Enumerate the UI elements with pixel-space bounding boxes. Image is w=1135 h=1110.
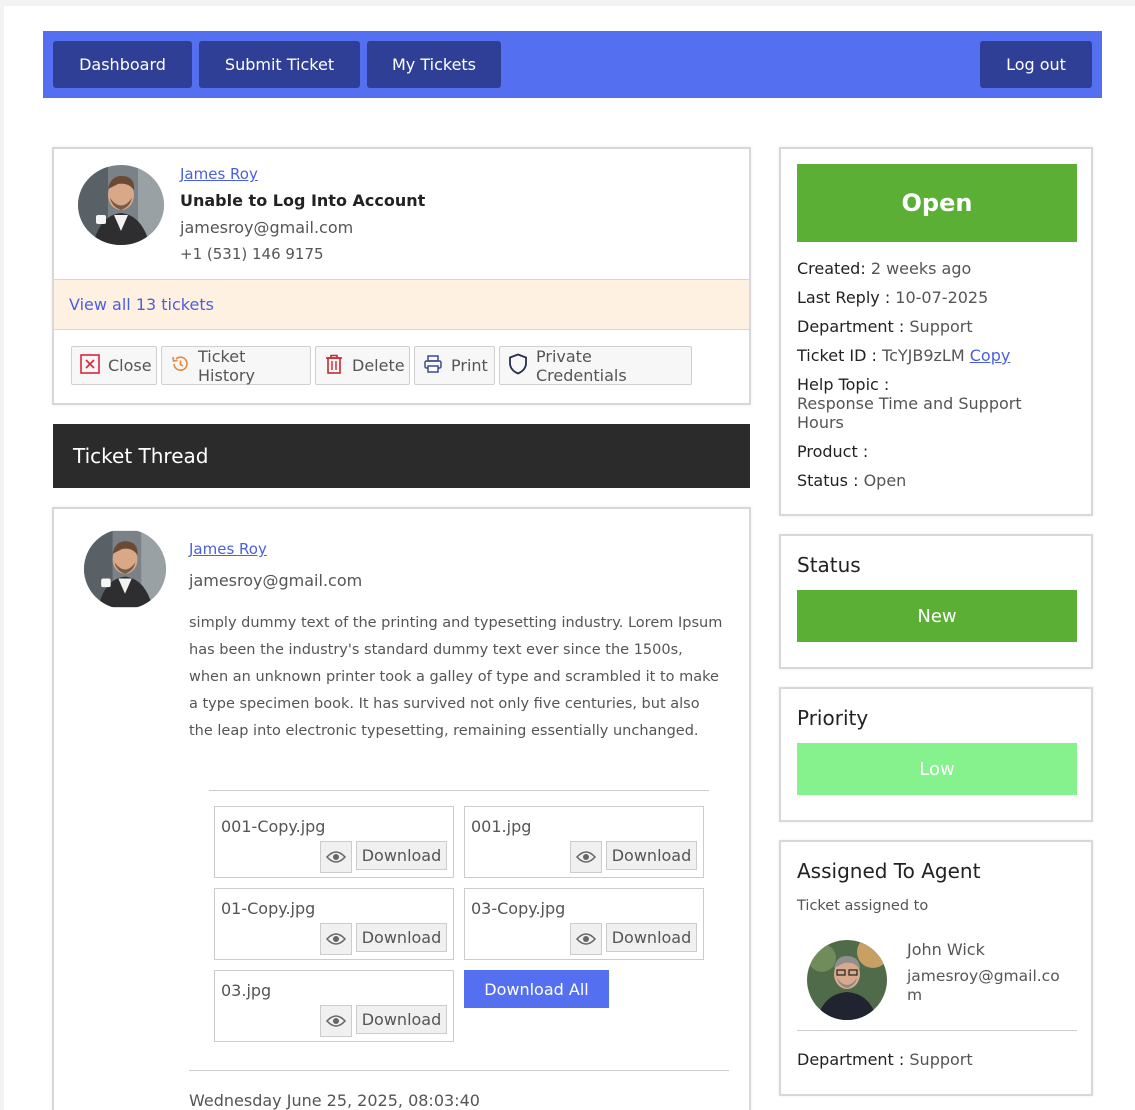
print-label: Print (451, 356, 488, 375)
close-ticket-button[interactable]: Close (71, 346, 157, 385)
requester-name-link[interactable]: James Roy (180, 165, 258, 183)
view-all-tickets-link[interactable]: View all 13 tickets (69, 295, 214, 314)
assigned-agent-title: Assigned To Agent (797, 859, 981, 883)
attachment-filename: 01-Copy.jpg (221, 899, 316, 918)
agent-divider (797, 1030, 1077, 1031)
history-icon (170, 354, 190, 378)
nav-dashboard-button[interactable]: Dashboard (53, 41, 192, 88)
attachment-item: 01-Copy.jpg Download (214, 888, 454, 960)
shield-icon (508, 353, 528, 379)
eye-icon[interactable] (320, 1005, 352, 1037)
attachment-item: 03.jpg Download (214, 970, 454, 1042)
agent-department-row: Department : Support (797, 1050, 973, 1069)
ticket-details-card: Open Created: 2 weeks ago Last Reply : 1… (779, 147, 1093, 516)
help-topic-label: Help Topic : (797, 375, 890, 394)
private-credentials-label: Private Credentials (536, 346, 627, 385)
eye-icon[interactable] (570, 841, 602, 873)
status-new-button[interactable]: New (797, 590, 1077, 642)
agent-avatar (807, 940, 887, 1020)
message-timestamp: Wednesday June 25, 2025, 08:03:40 (189, 1091, 480, 1110)
eye-icon[interactable] (320, 841, 352, 873)
requester-email: jamesroy@gmail.com (180, 218, 354, 237)
printer-icon (423, 354, 443, 378)
requester-phone: +1 (531) 146 9175 (180, 245, 324, 263)
download-button[interactable]: Download (356, 923, 447, 952)
logout-button[interactable]: Log out (980, 41, 1092, 88)
private-credentials-button[interactable]: Private Credentials (499, 346, 692, 385)
download-button[interactable]: Download (356, 1005, 447, 1034)
status-label: Status : (797, 471, 859, 490)
eye-icon[interactable] (570, 923, 602, 955)
download-button[interactable]: Download (356, 841, 447, 870)
last-reply-row: Last Reply : 10-07-2025 (797, 288, 988, 307)
eye-icon[interactable] (320, 923, 352, 955)
created-row: Created: 2 weeks ago (797, 259, 971, 278)
copy-ticket-id-link[interactable]: Copy (970, 346, 1011, 365)
attachment-filename: 001-Copy.jpg (221, 817, 326, 836)
timestamp-divider (189, 1070, 729, 1071)
assigned-agent-subtitle: Ticket assigned to (797, 898, 929, 914)
ticket-subject: Unable to Log Into Account (180, 191, 426, 210)
message-author-link[interactable]: James Roy (189, 540, 267, 558)
agent-department-label: Department : (797, 1050, 905, 1069)
attachment-filename: 001.jpg (471, 817, 532, 836)
department-row: Department : Support (797, 317, 973, 336)
agent-department-value: Support (909, 1050, 973, 1069)
trash-icon (324, 353, 344, 379)
print-ticket-button[interactable]: Print (414, 346, 495, 385)
department-value: Support (909, 317, 973, 336)
attachments-divider (209, 790, 709, 791)
attachment-filename: 03-Copy.jpg (471, 899, 566, 918)
status-card: Status New (779, 534, 1093, 669)
attachment-filename: 03.jpg (221, 981, 272, 1000)
status-row: Status : Open (797, 471, 906, 490)
priority-card: Priority Low (779, 687, 1093, 822)
ticket-status-badge: Open (797, 164, 1077, 242)
agent-name: John Wick (907, 940, 985, 959)
nav-submit-ticket-button[interactable]: Submit Ticket (199, 41, 360, 88)
download-button[interactable]: Download (606, 841, 697, 870)
requester-avatar (78, 165, 164, 245)
close-icon (80, 353, 100, 378)
message-author-email: jamesroy@gmail.com (189, 571, 363, 590)
download-button[interactable]: Download (606, 923, 697, 952)
ticket-id-value: TcYJB9zLM (882, 346, 965, 365)
department-label: Department : (797, 317, 905, 336)
agent-email: jamesroy@gmail.com (907, 967, 1060, 1004)
delete-label: Delete (352, 356, 405, 375)
status-card-title: Status (797, 553, 861, 577)
created-label: Created: (797, 259, 866, 278)
top-navbar: Dashboard Submit Ticket My Tickets Log o… (43, 31, 1102, 98)
ticket-thread-heading: Ticket Thread (53, 424, 750, 488)
help-topic-value: Response Time and Support Hours (797, 394, 1022, 432)
download-all-button[interactable]: Download All (464, 970, 609, 1008)
close-label: Close (108, 356, 152, 375)
thread-message-card: James Roy jamesroy@gmail.com simply dumm… (52, 507, 751, 1110)
last-reply-label: Last Reply : (797, 288, 891, 307)
attachment-item: 001.jpg Download (464, 806, 704, 878)
view-all-tickets-bar: View all 13 tickets (54, 279, 749, 330)
attachment-item: 001-Copy.jpg Download (214, 806, 454, 878)
ticket-history-button[interactable]: Ticket History (161, 346, 311, 385)
created-value: 2 weeks ago (870, 259, 972, 278)
delete-ticket-button[interactable]: Delete (315, 346, 410, 385)
status-value: Open (863, 471, 907, 490)
ticket-id-row: Ticket ID : TcYJB9zLM Copy (797, 346, 1010, 365)
last-reply-value: 10-07-2025 (895, 288, 989, 307)
message-body: simply dummy text of the printing and ty… (189, 615, 723, 739)
message-author-avatar (84, 529, 166, 609)
attachment-item: 03-Copy.jpg Download (464, 888, 704, 960)
assigned-agent-card: Assigned To Agent Ticket assigned to Joh… (779, 840, 1093, 1096)
priority-card-title: Priority (797, 706, 869, 730)
ticket-id-label: Ticket ID : (797, 346, 877, 365)
nav-my-tickets-button[interactable]: My Tickets (367, 41, 501, 88)
priority-low-button[interactable]: Low (797, 743, 1077, 795)
product-label: Product : (797, 442, 869, 461)
history-label: Ticket History (198, 346, 255, 385)
